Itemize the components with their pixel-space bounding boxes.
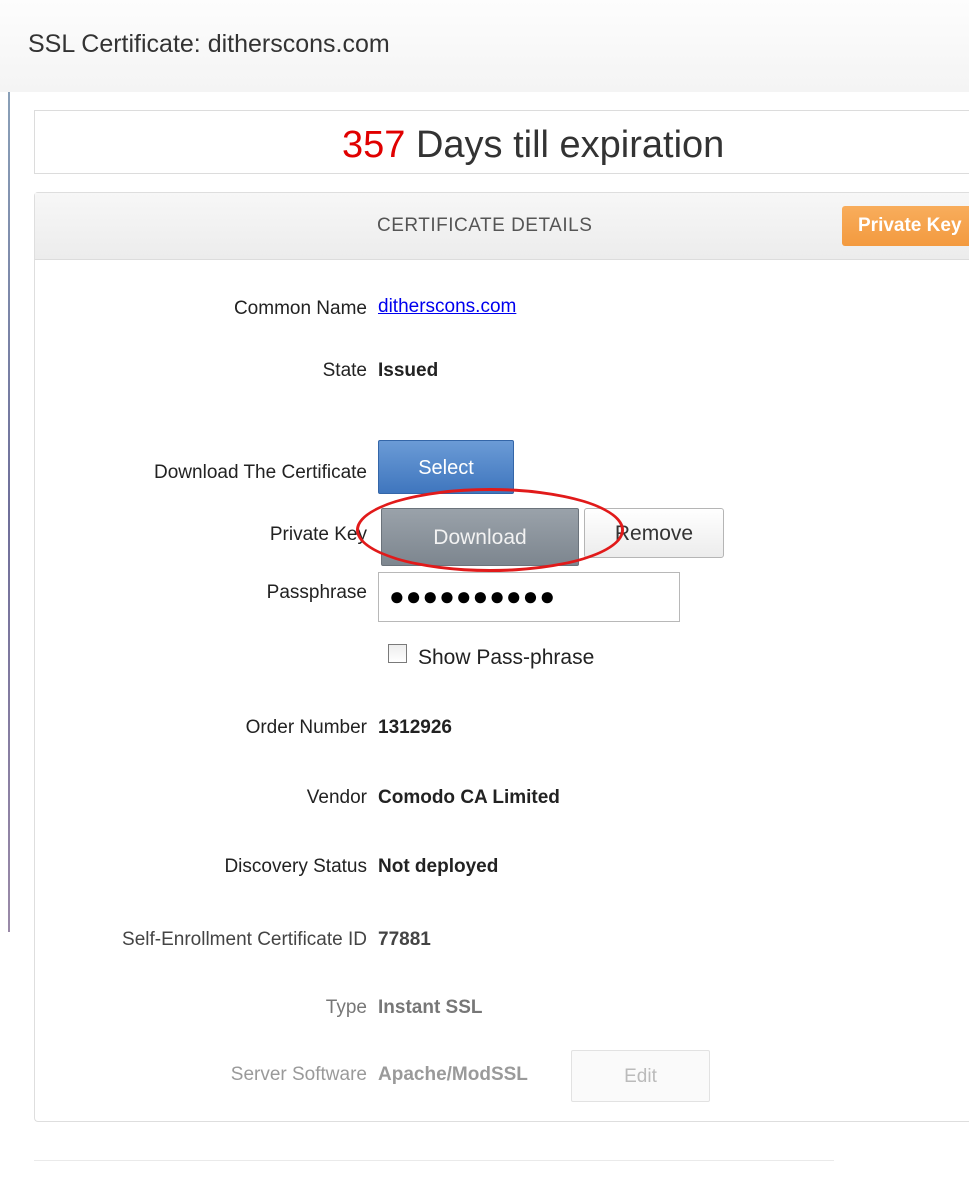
order-number-label: Order Number: [245, 717, 367, 738]
type-value: Instant SSL: [378, 997, 483, 1018]
passphrase-input[interactable]: ●●●●●●●●●●: [378, 572, 680, 622]
state-value: Issued: [378, 360, 439, 381]
server-software-value: Apache/ModSSL: [378, 1064, 528, 1085]
server-software-label: Server Software: [230, 1064, 367, 1085]
vendor-label: Vendor: [306, 787, 367, 808]
show-passphrase-label: Show Pass-phrase: [418, 646, 595, 669]
select-button[interactable]: Select: [378, 440, 514, 494]
type-label: Type: [325, 997, 367, 1018]
vendor-value: Comodo CA Limited: [378, 787, 560, 808]
self-enrollment-id-value: 77881: [378, 929, 431, 950]
passphrase-label: Passphrase: [266, 582, 367, 603]
download-certificate-label: Download The Certificate: [154, 462, 367, 483]
private-key-label: Private Key: [269, 524, 367, 545]
remove-private-key-button[interactable]: Remove: [584, 508, 724, 558]
discovery-status-value: Not deployed: [378, 856, 499, 877]
common-name-label: Common Name: [233, 298, 367, 319]
show-passphrase-checkbox[interactable]: [388, 644, 407, 663]
download-private-key-button[interactable]: Download: [381, 508, 579, 566]
order-number-value: 1312926: [378, 717, 452, 738]
window-left-edge: [8, 92, 10, 932]
edit-server-software-button[interactable]: Edit: [571, 1050, 710, 1102]
expiry-days-count: 357: [342, 124, 406, 166]
footer-divider: [34, 1160, 834, 1161]
panel-title: CERTIFICATE DETAILS: [377, 215, 593, 236]
self-enrollment-id-label: Self-Enrollment Certificate ID: [122, 929, 367, 950]
common-name-link[interactable]: ditherscons.com: [378, 296, 516, 317]
expiry-days-suffix: Days till expiration: [405, 124, 725, 166]
expiry-text: 357 Days till expiration: [342, 124, 724, 167]
state-label: State: [322, 360, 367, 381]
common-name-value: ditherscons.com: [378, 296, 516, 318]
page-title: SSL Certificate: ditherscons.com: [28, 30, 390, 58]
tab-private-key[interactable]: Private Key: [842, 206, 969, 246]
discovery-status-label: Discovery Status: [224, 856, 367, 877]
